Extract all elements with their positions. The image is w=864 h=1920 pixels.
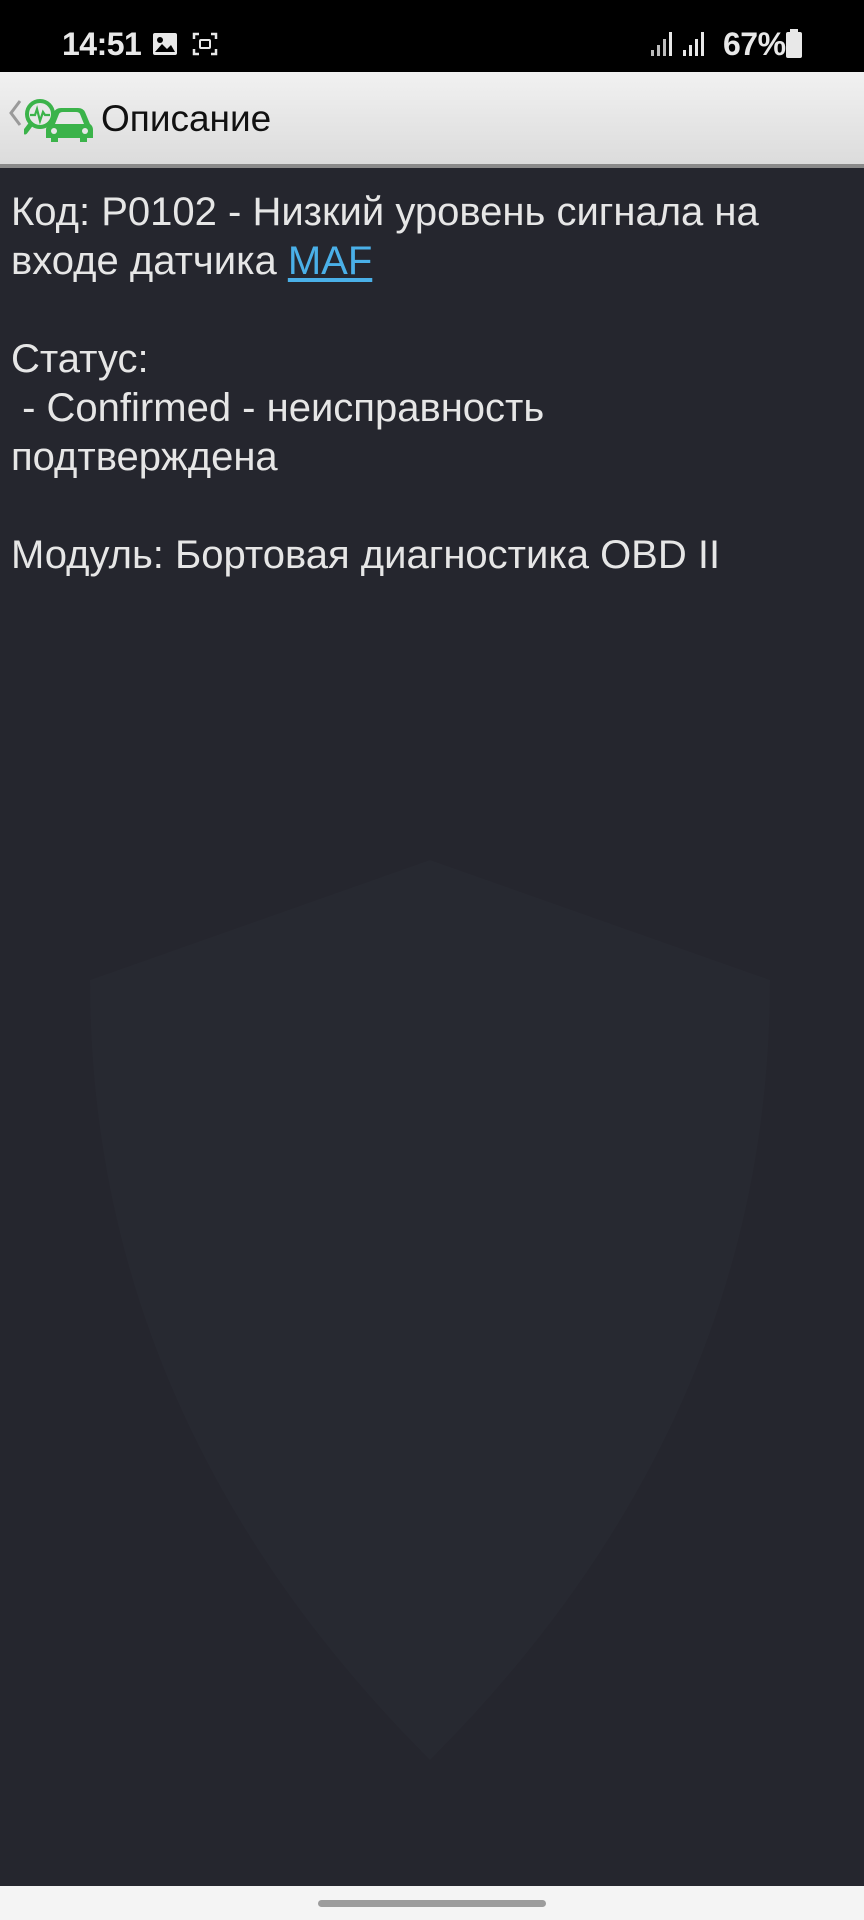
status-label: Статус: — [11, 337, 149, 381]
battery-icon — [786, 29, 802, 58]
car-diagnostic-logo-icon[interactable] — [24, 96, 94, 146]
image-icon — [153, 33, 177, 55]
module-line: Модуль: Бортовая диагностика OBD II — [11, 533, 721, 577]
status-line-2: подтверждена — [11, 435, 278, 479]
home-gesture-handle[interactable] — [318, 1900, 546, 1907]
back-chevron-icon[interactable] — [8, 98, 22, 128]
signal-2-icon — [683, 32, 704, 56]
battery-percentage: 67% — [723, 26, 786, 62]
status-line-1: - Confirmed - неисправность — [11, 386, 545, 430]
navigation-bar — [0, 1886, 864, 1920]
watermark-shield-icon — [90, 860, 770, 1760]
code-line-1: Код: P0102 - Низкий уровень сигнала на — [11, 190, 759, 234]
app-bar: Описание — [0, 72, 864, 168]
dtc-description: Код: P0102 - Низкий уровень сигнала на в… — [11, 188, 853, 580]
maf-link[interactable]: MAF — [288, 239, 372, 283]
screenshot-icon — [192, 32, 218, 56]
code-line-2: входе датчика MAF — [11, 237, 853, 286]
status-time: 14:51 — [62, 26, 142, 62]
page-title: Описание — [101, 98, 272, 139]
code-line-2-text: входе датчика — [11, 239, 288, 283]
status-bar: 14:51 67% — [0, 0, 864, 72]
signal-1-icon — [651, 32, 672, 56]
